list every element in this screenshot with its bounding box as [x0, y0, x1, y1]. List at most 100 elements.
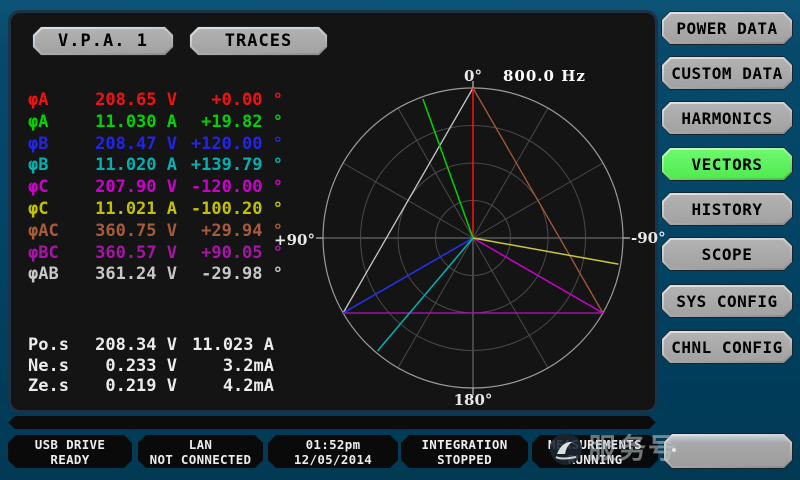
phase-plabel: φA: [25, 112, 86, 133]
sequence-sval: 208.34 V: [86, 335, 177, 355]
button-bevel: HISTORY: [662, 193, 792, 225]
menu-button-label: VECTORS: [664, 150, 790, 178]
sequence-row: Ze.s0.219 V4.2mA: [25, 376, 274, 396]
blank-softkey-face: [666, 436, 790, 466]
status-tile-text: MEASUREMENTS: [548, 437, 642, 452]
status-tile-text: STOPPED: [437, 452, 492, 467]
menu-button-label: SCOPE: [664, 240, 790, 268]
led-dot: [672, 448, 676, 452]
status-tile-text: RUNNING: [568, 452, 623, 467]
phase-pang: +29.94 °: [177, 221, 283, 242]
line-voltage-AC: [473, 88, 603, 313]
sequence-sang: 3.2mA: [177, 356, 274, 376]
softkey-strip: [8, 416, 656, 429]
angle-label-0: 0°: [464, 67, 482, 85]
status-tile-integration: INTEGRATIONSTOPPED: [401, 435, 528, 468]
button-bevel: [664, 434, 792, 468]
sequence-sang: 11.023 A: [177, 335, 274, 355]
menu-button-vectors[interactable]: VECTORS: [661, 147, 793, 181]
phase-row: φAB361.24 V-29.98 °: [25, 264, 283, 285]
phase-pval: 360.57 V: [86, 243, 177, 264]
menu-button-custom-data[interactable]: CUSTOM DATA: [661, 56, 793, 90]
status-tile-usb-drive: USB DRIVEREADY: [8, 435, 132, 468]
status-tile-text: 01:52pm: [306, 437, 361, 452]
power-analyzer-screen: V.P.A. 1 TRACES φA208.65 V+0.00 °φA11.03…: [0, 0, 800, 480]
phase-pang: +19.82 °: [177, 112, 283, 133]
angle-label-minus90: -90°: [631, 229, 666, 247]
sequence-sval: 0.233 V: [86, 356, 177, 376]
vector-IB: [378, 238, 473, 351]
phase-pang: +90.05 °: [177, 243, 283, 264]
menu-button-sys-config[interactable]: SYS CONFIG: [661, 284, 793, 318]
phase-row: φC207.90 V-120.00 °: [25, 177, 283, 198]
phase-pang: -29.98 °: [177, 264, 283, 285]
menu-button-label: POWER DATA: [664, 14, 790, 42]
button-bevel: TRACES: [190, 27, 327, 55]
button-bevel: HARMONICS: [662, 102, 792, 134]
traces-label: TRACES: [192, 29, 325, 53]
phase-row: φAC360.75 V+29.94 °: [25, 221, 283, 242]
phase-plabel: φA: [25, 90, 86, 111]
button-bevel: POWER DATA: [662, 12, 792, 44]
phase-pval: 360.75 V: [86, 221, 177, 242]
status-tile-text: USB DRIVE: [35, 437, 105, 452]
sequence-slabel: Ne.s: [25, 356, 86, 376]
menu-button-label: SYS CONFIG: [664, 287, 790, 315]
phase-plabel: φAB: [25, 264, 86, 285]
sequence-sang: 4.2mA: [177, 376, 274, 396]
phase-pang: +139.79 °: [177, 155, 283, 176]
menu-button-history[interactable]: HISTORY: [661, 192, 793, 226]
phase-plabel: φAC: [25, 221, 86, 242]
phase-row: φBC360.57 V+90.05 °: [25, 243, 283, 264]
sequence-sval: 0.219 V: [86, 376, 177, 396]
phase-pang: -120.00 °: [177, 177, 283, 198]
button-bevel: V.P.A. 1: [33, 27, 173, 55]
frequency-label: 800.0 Hz: [503, 67, 586, 85]
menu-button-power-data[interactable]: POWER DATA: [661, 11, 793, 45]
sequence-slabel: Ze.s: [25, 376, 86, 396]
phase-plabel: φB: [25, 134, 86, 155]
phase-plabel: φC: [25, 177, 86, 198]
phase-row: φB11.020 A+139.79 °: [25, 155, 283, 176]
phase-pval: 207.90 V: [86, 177, 177, 198]
sequence-row: Ne.s0.233 V3.2mA: [25, 356, 274, 376]
sequence-slabel: Po.s: [25, 335, 86, 355]
phase-plabel: φC: [25, 199, 86, 220]
phase-pang: +120.00 °: [177, 134, 283, 155]
vector-polar-chart: 0° 800.0 Hz +90° -90° 180°: [273, 53, 673, 418]
channel-select-button[interactable]: V.P.A. 1: [32, 26, 174, 56]
menu-button-label: HARMONICS: [664, 104, 790, 132]
menu-button-label: CUSTOM DATA: [664, 59, 790, 87]
phase-row: φB208.47 V+120.00 °: [25, 134, 283, 155]
sequence-row: Po.s208.34 V11.023 A: [25, 335, 274, 355]
button-bevel: VECTORS: [662, 148, 792, 180]
phase-row: φC11.021 A-100.20 °: [25, 199, 283, 220]
status-tile-measurements: MEASUREMENTSRUNNING: [532, 435, 658, 468]
traces-button[interactable]: TRACES: [189, 26, 328, 56]
phase-table: φA208.65 V+0.00 °φA11.030 A+19.82 °φB208…: [25, 90, 283, 290]
status-tile-text: NOT CONNECTED: [150, 452, 252, 467]
angle-label-180: 180°: [454, 391, 493, 409]
status-tile-lan: LANNOT CONNECTED: [138, 435, 263, 468]
phase-pval: 11.030 A: [86, 112, 177, 133]
status-tile-text: 12/05/2014: [294, 452, 372, 467]
sequence-table: Po.s208.34 V11.023 ANe.s0.233 V3.2mAZe.s…: [25, 335, 274, 399]
status-tile-01-52pm: 01:52pm12/05/2014: [268, 435, 398, 468]
blank-softkey-button[interactable]: [663, 433, 793, 469]
button-bevel: CUSTOM DATA: [662, 57, 792, 89]
phase-pang: -100.20 °: [177, 199, 283, 220]
phase-pval: 11.020 A: [86, 155, 177, 176]
menu-button-label: HISTORY: [664, 195, 790, 223]
menu-button-scope[interactable]: SCOPE: [661, 237, 793, 271]
phase-pval: 361.24 V: [86, 264, 177, 285]
button-bevel: SCOPE: [662, 238, 792, 270]
status-tile-text: READY: [50, 452, 89, 467]
phase-pang: +0.00 °: [177, 90, 283, 111]
phase-plabel: φB: [25, 155, 86, 176]
phase-plabel: φBC: [25, 243, 86, 264]
status-tile-text: INTEGRATION: [421, 437, 507, 452]
menu-button-harmonics[interactable]: HARMONICS: [661, 101, 793, 135]
menu-button-label: CHNL CONFIG: [664, 333, 790, 361]
menu-button-chnl-config[interactable]: CHNL CONFIG: [661, 330, 793, 364]
channel-select-label: V.P.A. 1: [35, 29, 171, 53]
